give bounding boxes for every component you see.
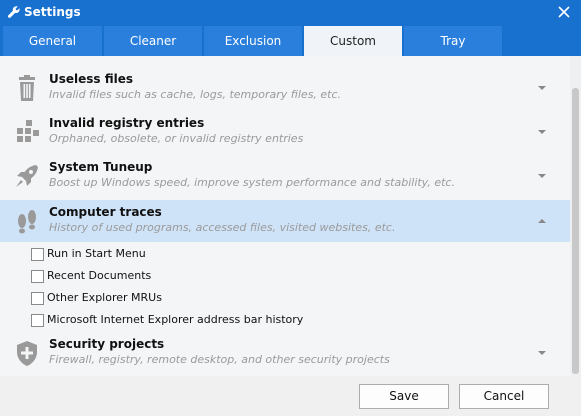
chevron-up-icon[interactable] — [538, 217, 546, 225]
dialog-footer: Save Cancel — [0, 376, 581, 416]
tab-tray[interactable]: Tray — [404, 26, 502, 56]
tab-exclusion[interactable]: Exclusion — [204, 26, 302, 56]
rocket-icon — [16, 165, 38, 187]
footprints-icon — [18, 210, 36, 234]
settings-window: Settings General Cleaner Exclusion Custo… — [0, 0, 581, 416]
option-label: Recent Documents — [47, 269, 152, 282]
tab-bar: General Cleaner Exclusion Custom Checkup… — [0, 24, 581, 79]
title-bar: Settings — [0, 0, 581, 24]
chevron-down-icon[interactable] — [538, 172, 546, 180]
chevron-down-icon[interactable] — [538, 128, 546, 136]
registry-blocks-icon — [17, 120, 39, 142]
shield-plus-icon — [17, 341, 37, 366]
section-description: Boost up Windows speed, improve system p… — [49, 176, 455, 189]
tab-general[interactable]: General — [3, 26, 102, 56]
section-invalid-registry[interactable]: Invalid registry entries Orphaned, obsol… — [0, 111, 570, 153]
option-label: Other Explorer MRUs — [47, 291, 162, 304]
window-title: Settings — [24, 5, 81, 19]
chevron-down-icon[interactable] — [538, 349, 546, 357]
checkup-list: Useless files Invalid files such as cach… — [0, 56, 570, 376]
section-computer-traces[interactable]: Computer traces History of used programs… — [0, 200, 570, 242]
section-useless-files[interactable]: Useless files Invalid files such as cach… — [0, 67, 570, 109]
section-security-projects[interactable]: Security projects Firewall, registry, re… — [0, 332, 570, 374]
trash-icon — [19, 75, 35, 101]
checkbox[interactable] — [31, 292, 44, 305]
section-title: Invalid registry entries — [49, 116, 205, 130]
tab-custom-checkup[interactable]: Custom Checkup — [304, 26, 402, 79]
checkbox[interactable] — [31, 314, 44, 327]
option-label: Microsoft Internet Explorer address bar … — [47, 313, 304, 326]
chevron-down-icon[interactable] — [538, 84, 546, 92]
section-title: System Tuneup — [49, 160, 153, 174]
close-button[interactable] — [555, 3, 573, 21]
section-title: Useless files — [49, 72, 134, 86]
checkbox[interactable] — [31, 270, 44, 283]
section-title: Computer traces — [49, 205, 162, 219]
close-icon — [558, 6, 570, 18]
tab-cleaner[interactable]: Cleaner — [104, 26, 202, 56]
section-title: Security projects — [49, 337, 165, 351]
wrench-icon — [7, 6, 20, 18]
scrollbar-thumb[interactable] — [572, 88, 579, 374]
section-description: Orphaned, obsolete, or invalid registry … — [49, 132, 304, 145]
checkbox[interactable] — [31, 248, 44, 261]
section-description: Invalid files such as cache, logs, tempo… — [49, 88, 342, 101]
cancel-button[interactable]: Cancel — [459, 384, 549, 409]
section-description: Firewall, registry, remote desktop, and … — [49, 353, 390, 366]
section-description: History of used programs, accessed files… — [49, 221, 396, 234]
section-system-tuneup[interactable]: System Tuneup Boost up Windows speed, im… — [0, 155, 570, 197]
option-label: Run in Start Menu — [47, 247, 146, 260]
vertical-scrollbar[interactable] — [570, 56, 581, 376]
save-button[interactable]: Save — [359, 384, 449, 409]
